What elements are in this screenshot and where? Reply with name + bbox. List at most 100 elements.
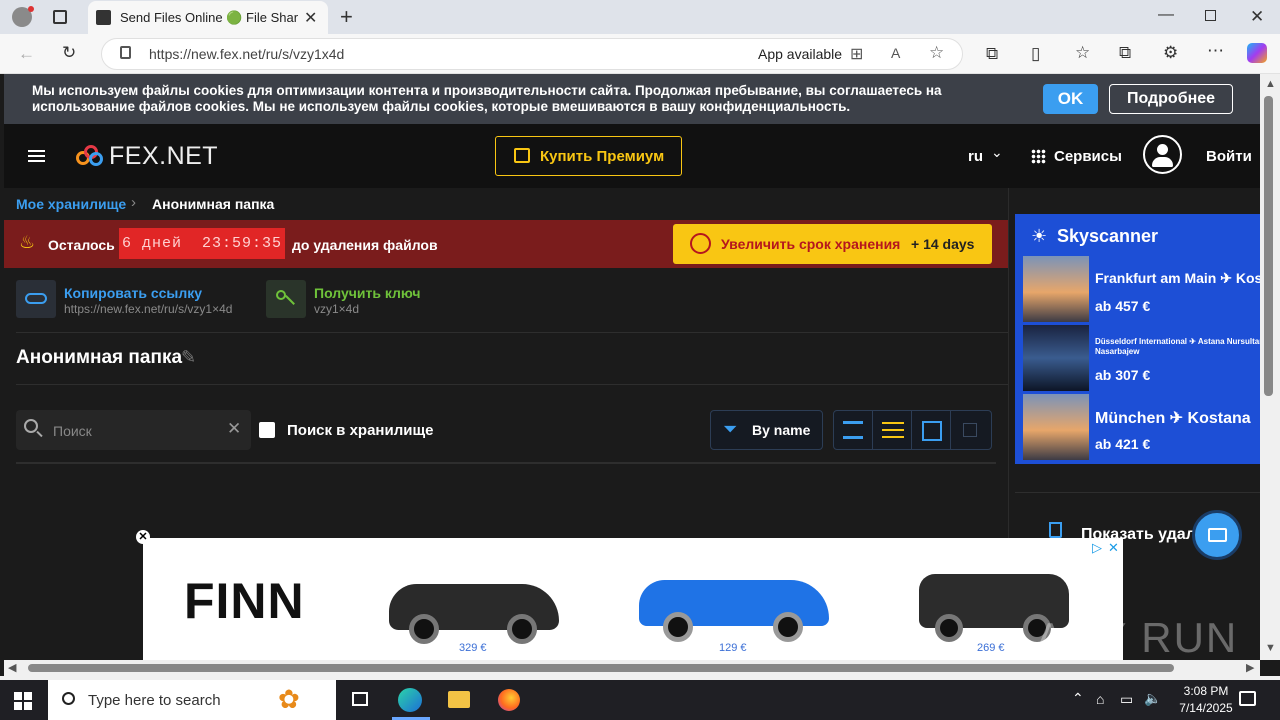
link-icon[interactable]: [16, 280, 56, 318]
divider: [1015, 492, 1260, 493]
key-icon[interactable]: [266, 280, 306, 318]
search-input[interactable]: Поиск ✕: [16, 410, 251, 450]
site-info-icon[interactable]: ⧉: [986, 45, 998, 62]
services-link[interactable]: Сервисы: [1054, 148, 1122, 165]
grid-services-icon[interactable]: [1031, 149, 1046, 164]
clock-time[interactable]: 3:08 PM: [1173, 684, 1239, 698]
clear-search-icon[interactable]: ✕: [227, 419, 241, 439]
get-key-button[interactable]: Получить ключ: [314, 285, 420, 301]
scroll-up-icon[interactable]: ▲: [1265, 78, 1276, 90]
install-app-icon[interactable]: ⊞: [850, 44, 863, 64]
view-details-button[interactable]: [833, 410, 873, 450]
chevron-down-icon[interactable]: ⌄: [991, 144, 1003, 161]
bottom-banner-ad[interactable]: FINN 329 € 129 € 269 € ▷ ✕: [143, 538, 1123, 660]
vertical-scrollbar[interactable]: ▲ ▼: [1260, 74, 1280, 660]
scroll-right-icon[interactable]: ▶: [1246, 661, 1254, 674]
notifications-icon[interactable]: [1239, 691, 1256, 706]
favorites-icon[interactable]: ☆: [1075, 44, 1090, 61]
divider: [16, 384, 1008, 385]
copy-link-button[interactable]: Копировать ссылку: [64, 285, 202, 301]
file-explorer-icon[interactable]: [448, 691, 470, 708]
app-available-label[interactable]: App available: [758, 46, 842, 62]
deal-item[interactable]: Frankfurt am Main ✈ Kos ab 457 €: [1023, 256, 1260, 322]
breadcrumb-current: Анонимная папка: [152, 196, 275, 212]
deal-item[interactable]: Düsseldorf International ✈ Astana Nursul…: [1023, 325, 1260, 391]
scroll-down-icon[interactable]: ▼: [1265, 642, 1276, 654]
mail-icon: [1208, 528, 1227, 542]
view-grid-button[interactable]: [911, 410, 951, 450]
extensions-icon[interactable]: ⚙: [1163, 44, 1178, 61]
minimize-icon[interactable]: —: [1158, 6, 1174, 24]
deal-price: ab 307 €: [1095, 367, 1151, 383]
add-favorite-icon[interactable]: ☆: [929, 43, 944, 63]
restore-icon[interactable]: [1205, 10, 1216, 21]
site-logo[interactable]: FEX.NET: [109, 142, 218, 171]
extend-plus-label: + 14 days: [911, 236, 975, 252]
close-window-icon[interactable]: ✕: [1250, 7, 1264, 27]
watermark: ANY RUN: [1036, 614, 1239, 661]
windows-start-icon[interactable]: [14, 692, 32, 710]
new-tab-icon[interactable]: +: [340, 4, 353, 30]
cookie-ok-button[interactable]: OK: [1043, 84, 1098, 114]
share-url: https://new.fex.net/ru/s/vzy1×4d: [64, 302, 233, 316]
ad-dismiss-icon[interactable]: ✕: [136, 530, 150, 544]
clock-date[interactable]: 7/14/2025: [1167, 701, 1245, 715]
taskbar-search[interactable]: Type here to search ✿: [48, 680, 336, 720]
refresh-icon[interactable]: ↻: [62, 44, 76, 61]
extend-storage-button[interactable]: Увеличить срок хранения + 14 days: [673, 224, 992, 264]
hamburger-menu-icon[interactable]: [28, 150, 45, 162]
scroll-thumb[interactable]: [28, 664, 1174, 672]
alert-right-text: до удаления файлов: [292, 237, 438, 253]
storage-search-checkbox[interactable]: [259, 422, 275, 438]
deal-item[interactable]: München ✈ Kostana ab 421 €: [1023, 394, 1260, 460]
buy-premium-button[interactable]: Купить Премиум: [495, 136, 682, 176]
breadcrumb-root[interactable]: Мое хранилище: [16, 196, 126, 212]
horizontal-scrollbar[interactable]: ◀ ▶: [4, 660, 1260, 676]
edit-pencil-icon[interactable]: ✎: [181, 347, 196, 368]
ad-close-icon[interactable]: ✕: [1108, 540, 1119, 556]
user-avatar-icon[interactable]: [1143, 135, 1182, 174]
collections-icon[interactable]: ⧉: [1119, 44, 1131, 61]
ad-brand: FINN: [184, 573, 305, 629]
deal-image: [1023, 256, 1089, 322]
storage-search-label[interactable]: Поиск в хранилище: [287, 422, 433, 439]
task-view-icon[interactable]: [352, 692, 368, 706]
copilot-icon[interactable]: [1247, 43, 1267, 63]
details-view-icon: [843, 421, 863, 439]
deal-route: Düsseldorf International ✈ Astana Nursul…: [1095, 337, 1260, 356]
back-icon[interactable]: ←: [18, 45, 35, 62]
split-screen-icon[interactable]: ▯: [1031, 45, 1040, 62]
fex-logo-icon[interactable]: [76, 145, 104, 167]
active-tab[interactable]: Send Files Online 🟢 File Sharing ✕: [88, 1, 328, 34]
more-icon[interactable]: ⋯: [1207, 42, 1224, 59]
volume-icon[interactable]: 🔈: [1144, 690, 1161, 707]
firefox-icon[interactable]: [498, 689, 520, 711]
view-large-button[interactable]: [950, 410, 992, 450]
tab-actions-icon[interactable]: [53, 10, 67, 24]
address-bar[interactable]: https://new.fex.net/ru/s/vzy1x4d App ava…: [101, 38, 963, 70]
scroll-left-icon[interactable]: ◀: [8, 661, 16, 674]
deal-price: ab 457 €: [1095, 298, 1151, 314]
cookie-banner: Мы используем файлы cookies для оптимиза…: [4, 74, 1260, 124]
windows-taskbar: Type here to search ✿ ⌃ ⌂ ▭ 🔈 3:08 PM 7/…: [0, 680, 1280, 720]
close-tab-icon[interactable]: ✕: [304, 8, 317, 28]
taskbar-search-placeholder: Type here to search: [88, 692, 221, 709]
extend-label: Увеличить срок хранения: [721, 236, 901, 252]
read-aloud-icon[interactable]: A: [891, 45, 900, 61]
cookie-more-button[interactable]: Подробнее: [1109, 84, 1233, 114]
language-select[interactable]: ru: [968, 148, 983, 165]
view-list-button[interactable]: [872, 410, 912, 450]
large-view-icon: [963, 423, 977, 437]
tray-chevron-icon[interactable]: ⌃: [1072, 690, 1084, 707]
network-icon[interactable]: ⌂: [1096, 691, 1104, 707]
edge-taskbar-icon[interactable]: [398, 688, 422, 712]
wifi-icon[interactable]: ▭: [1120, 691, 1133, 708]
deal-image: [1023, 394, 1089, 460]
scroll-thumb[interactable]: [1264, 96, 1273, 396]
sort-button[interactable]: ⏷ By name: [710, 410, 823, 450]
url-text[interactable]: https://new.fex.net/ru/s/vzy1x4d: [149, 46, 344, 62]
login-link[interactable]: Войти: [1206, 148, 1252, 165]
mail-fab-button[interactable]: [1192, 510, 1242, 560]
list-view-icon: [882, 422, 904, 438]
adchoices-icon[interactable]: ▷: [1092, 540, 1102, 556]
